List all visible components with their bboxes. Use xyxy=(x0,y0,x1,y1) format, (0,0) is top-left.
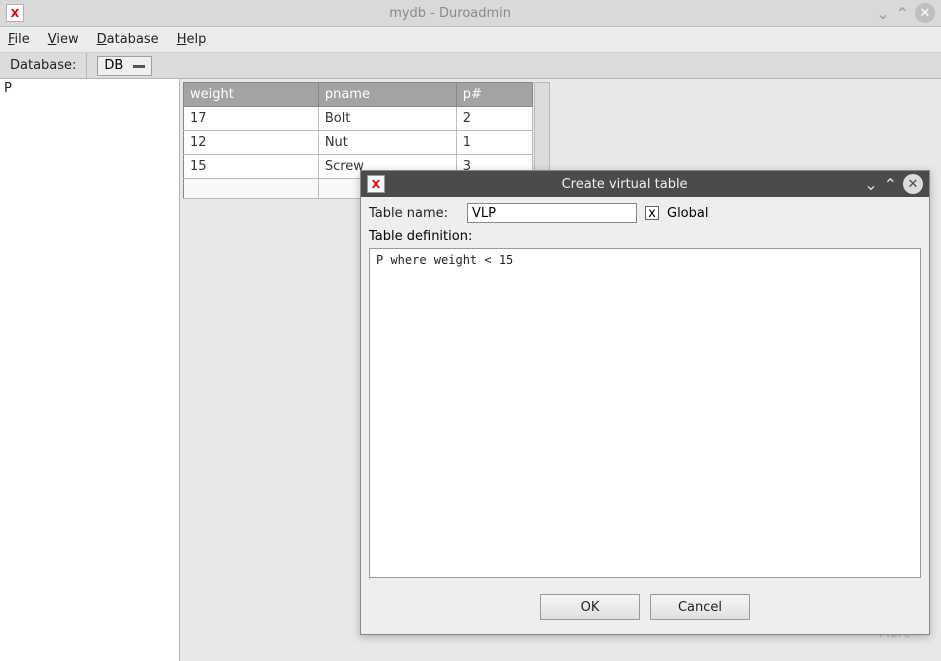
menu-view[interactable]: View xyxy=(48,32,79,47)
dialog-buttons: OK Cancel xyxy=(361,584,929,634)
close-icon[interactable]: ✕ xyxy=(915,3,935,23)
main-window-titlebar: X mydb - Duroadmin ⌄ ⌃ ✕ xyxy=(0,0,941,27)
table-name-input[interactable] xyxy=(467,203,637,223)
menu-bar: File View Database Help xyxy=(0,27,941,53)
table-row[interactable]: 17 Bolt 2 xyxy=(184,107,533,131)
database-toolbar: Database: DB xyxy=(0,53,941,79)
global-label: Global xyxy=(667,206,708,221)
database-label: Database: xyxy=(0,53,87,78)
maximize-icon[interactable]: ⌃ xyxy=(896,4,909,23)
sidebar: P xyxy=(0,79,180,661)
ok-button[interactable]: OK xyxy=(540,594,640,620)
window-buttons: ⌄ ⌃ ✕ xyxy=(876,3,935,23)
create-virtual-table-dialog: X Create virtual table ⌄ ⌃ ✕ Table name:… xyxy=(360,170,930,635)
cancel-button[interactable]: Cancel xyxy=(650,594,750,620)
dialog-window-buttons: ⌄ ⌃ ✕ xyxy=(864,174,923,194)
dialog-app-icon: X xyxy=(367,175,385,193)
menu-database[interactable]: Database xyxy=(97,32,159,47)
table-header-row: weight pname p# xyxy=(184,83,533,107)
global-checkbox[interactable]: x xyxy=(645,206,659,220)
dialog-titlebar: X Create virtual table ⌄ ⌃ ✕ xyxy=(361,171,929,197)
menu-file[interactable]: File xyxy=(8,32,30,47)
menu-help[interactable]: Help xyxy=(177,32,207,47)
col-weight[interactable]: weight xyxy=(184,83,319,107)
table-name-label: Table name: xyxy=(369,206,459,221)
app-icon: X xyxy=(6,4,24,22)
dropdown-icon xyxy=(133,65,145,68)
dialog-minimize-icon[interactable]: ⌄ xyxy=(864,175,877,194)
table-definition-input[interactable]: P where weight < 15 xyxy=(369,248,921,578)
table-row[interactable]: 12 Nut 1 xyxy=(184,131,533,155)
table-definition-label: Table definition: xyxy=(369,229,921,244)
minimize-icon[interactable]: ⌄ xyxy=(876,4,889,23)
dialog-maximize-icon[interactable]: ⌃ xyxy=(884,175,897,194)
col-pname[interactable]: pname xyxy=(318,83,456,107)
col-pnum[interactable]: p# xyxy=(456,83,532,107)
window-title: mydb - Duroadmin xyxy=(24,6,876,21)
dialog-body: Table name: x Global Table definition: P… xyxy=(361,197,929,584)
dialog-title: Create virtual table xyxy=(385,177,864,192)
database-selected: DB xyxy=(104,58,123,73)
dialog-close-icon[interactable]: ✕ xyxy=(903,174,923,194)
database-dropdown[interactable]: DB xyxy=(97,56,152,76)
sidebar-item-p[interactable]: P xyxy=(4,81,175,96)
